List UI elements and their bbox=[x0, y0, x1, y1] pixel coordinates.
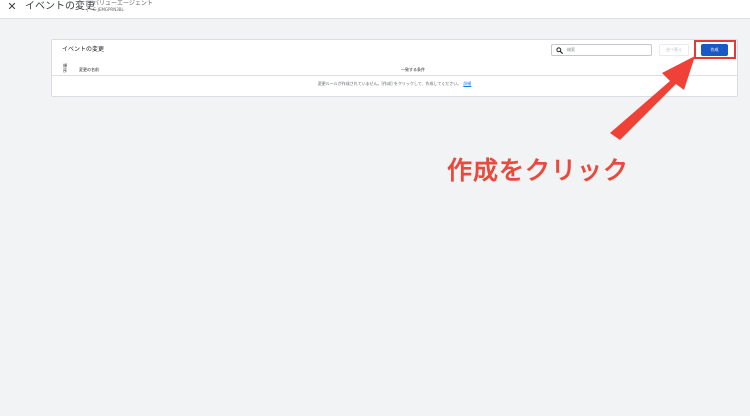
top-app-bar: ✕ イベントの変更 バリューエージェント G-JEMGPRN3BL bbox=[0, 0, 750, 19]
search-icon bbox=[556, 47, 563, 54]
annotation-callout: 作成をクリック bbox=[447, 156, 630, 185]
property-id: G-JEMGPRN3BL bbox=[93, 7, 124, 12]
page-title: イベントの変更 bbox=[25, 1, 95, 12]
close-icon[interactable]: ✕ bbox=[6, 1, 18, 13]
empty-state-text: 変更ルールが作成されていません。[作成] をクリックして、作成してください。 bbox=[317, 81, 462, 86]
card-title: イベントの変更 bbox=[62, 46, 105, 53]
annotation-arrow-icon bbox=[610, 56, 695, 140]
column-header-order: 順序 bbox=[63, 63, 67, 73]
column-header-name: 変更の名前 bbox=[79, 67, 99, 72]
column-header-conditions: 一致する条件 bbox=[401, 67, 425, 72]
details-link[interactable]: 詳細 bbox=[463, 81, 471, 86]
property-name: バリューエージェント bbox=[93, 0, 153, 7]
header-divider bbox=[87, 2, 88, 12]
